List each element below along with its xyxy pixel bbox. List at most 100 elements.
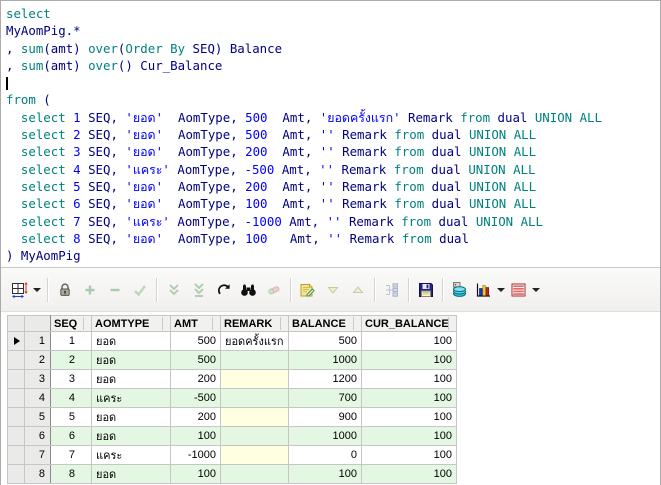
grid-cell-aomtype[interactable]: ยอด [91, 350, 171, 370]
grid-cell-amt[interactable]: 100 [170, 464, 221, 484]
grid-cell-cur_balance[interactable]: 100 [361, 445, 457, 465]
grid-cell-remark[interactable] [220, 369, 289, 389]
grid-cell-aomtype[interactable]: ยอด [91, 426, 171, 446]
code-line: select 6 SEQ, 'ยอด' AomType, 100 Amt, ''… [20, 196, 537, 212]
row-indicator-cell[interactable] [7, 369, 25, 389]
row-number-cell[interactable]: 3 [24, 369, 51, 389]
post-edit-button [127, 276, 152, 304]
grid-cell-cur_balance[interactable]: 100 [361, 407, 457, 427]
grid-cell-balance[interactable]: 1000 [288, 426, 362, 446]
grid-cell-balance[interactable]: 500 [288, 331, 362, 351]
code-line [6, 74, 658, 91]
row-indicator-cell[interactable] [7, 388, 25, 408]
row-number-header [24, 315, 51, 332]
grid-options-button[interactable] [8, 276, 43, 304]
grid-cell-aomtype[interactable]: แคระ [91, 445, 171, 465]
row-number-cell[interactable]: 4 [24, 388, 51, 408]
row-number-cell[interactable]: 2 [24, 350, 51, 370]
column-header-cur_balance[interactable]: CUR_BALANCE [361, 315, 457, 332]
grid-cell-remark[interactable] [220, 350, 289, 370]
dropdown-arrow-icon[interactable] [532, 287, 540, 292]
column-header-seq[interactable]: SEQ [50, 315, 92, 332]
export-data-button[interactable] [295, 276, 320, 304]
grid-cell-amt[interactable]: 200 [170, 407, 221, 427]
column-header-balance[interactable]: BALANCE [288, 315, 362, 332]
results-grid-area: SEQ AOMTYPE AMT REMARK BALANCE CUR_BALANCE 11… [1, 312, 660, 484]
row-indicator-cell[interactable] [7, 464, 25, 484]
grid-cell-seq[interactable]: 4 [50, 388, 92, 408]
table-row: 2 2 ยอด 500 1000 100 [7, 350, 457, 370]
row-indicator-cell[interactable] [7, 445, 25, 465]
code-line: select 8 SEQ, 'ยอด' AomType, 100 Amt, ''… [20, 230, 469, 246]
grid-cell-seq[interactable]: 3 [50, 369, 92, 389]
grid-cell-balance[interactable]: 900 [288, 407, 362, 427]
grid-cell-remark[interactable] [220, 426, 289, 446]
pivot-grid-button[interactable] [507, 276, 542, 304]
grid-head: SEQ AOMTYPE AMT REMARK BALANCE CUR_BALANCE [7, 315, 457, 332]
row-indicator-cell[interactable] [7, 426, 25, 446]
grid-cell-amt[interactable]: 200 [170, 369, 221, 389]
grid-cell-cur_balance[interactable]: 100 [361, 388, 457, 408]
eraser-icon [264, 280, 283, 299]
row-number-cell[interactable]: 8 [24, 464, 51, 484]
database-icon [450, 280, 469, 299]
grid-cell-aomtype[interactable]: ยอด [91, 369, 171, 389]
refresh-icon [214, 280, 233, 299]
sql-editor[interactable]: select MyAomPig.*, sum(amt) over(Order By… [1, 1, 660, 268]
grid-cell-cur_balance[interactable]: 100 [361, 464, 457, 484]
grid-cell-cur_balance[interactable]: 100 [361, 426, 457, 446]
table-row: 6 6 ยอด 100 1000 100 [7, 426, 457, 446]
grid-cell-seq[interactable]: 1 [50, 331, 92, 351]
grid-cell-balance[interactable]: 1000 [288, 350, 362, 370]
row-indicator-cell[interactable] [7, 407, 25, 427]
column-header-aomtype[interactable]: AOMTYPE [91, 315, 171, 332]
grid-cell-amt[interactable]: -500 [170, 388, 221, 408]
grid-cell-aomtype[interactable]: ยอด [91, 407, 171, 427]
save-button[interactable] [413, 276, 438, 304]
grid-cell-aomtype[interactable]: แคระ [91, 388, 171, 408]
row-indicator-cell[interactable] [7, 350, 25, 370]
grid-cell-amt[interactable]: -1000 [170, 445, 221, 465]
grid-cell-remark[interactable] [220, 388, 289, 408]
dataset-button[interactable] [447, 276, 472, 304]
lock-button[interactable] [52, 276, 77, 304]
table-row: 4 4 แคระ -500 700 100 [7, 388, 457, 408]
grid-cell-aomtype[interactable]: ยอด [91, 331, 171, 351]
row-number-cell[interactable]: 5 [24, 407, 51, 427]
grid-cell-balance[interactable]: 700 [288, 388, 362, 408]
grid-cell-remark[interactable] [220, 407, 289, 427]
row-number-cell[interactable]: 7 [24, 445, 51, 465]
grid-cell-amt[interactable]: 100 [170, 426, 221, 446]
grid-cell-seq[interactable]: 7 [50, 445, 92, 465]
grid-cell-balance[interactable]: 100 [288, 464, 362, 484]
grid-cell-amt[interactable]: 500 [170, 331, 221, 351]
row-number-cell[interactable]: 1 [24, 331, 51, 351]
dropdown-arrow-icon[interactable] [497, 287, 505, 292]
grid-cell-seq[interactable]: 8 [50, 464, 92, 484]
grid-cell-seq[interactable]: 6 [50, 426, 92, 446]
grid-cell-balance[interactable]: 1200 [288, 369, 362, 389]
grid-cell-seq[interactable]: 2 [50, 350, 92, 370]
row-number-cell[interactable]: 6 [24, 426, 51, 446]
row-indicator-cell[interactable] [7, 331, 25, 351]
grid-cell-balance[interactable]: 0 [288, 445, 362, 465]
move-down-button [320, 276, 345, 304]
grid-cell-cur_balance[interactable]: 100 [361, 350, 457, 370]
grid-cell-cur_balance[interactable]: 100 [361, 331, 457, 351]
minus-icon [105, 280, 124, 299]
find-button[interactable] [236, 276, 261, 304]
dropdown-arrow-icon[interactable] [33, 287, 41, 292]
grid-cell-aomtype[interactable]: ยอด [91, 464, 171, 484]
table-row: 1 1 ยอด 500 ยอดครั้งแรก 500 100 [7, 331, 457, 351]
grid-cell-remark[interactable] [220, 464, 289, 484]
grid-cell-cur_balance[interactable]: 100 [361, 369, 457, 389]
refresh-button[interactable] [211, 276, 236, 304]
grid-cell-seq[interactable]: 5 [50, 407, 92, 427]
tree-icon [382, 280, 401, 299]
column-header-amt[interactable]: AMT [170, 315, 221, 332]
grid-cell-remark[interactable]: ยอดครั้งแรก [220, 331, 289, 351]
grid-cell-amt[interactable]: 500 [170, 350, 221, 370]
column-header-remark[interactable]: REMARK [220, 315, 289, 332]
chart-button[interactable] [472, 276, 507, 304]
grid-cell-remark[interactable] [220, 445, 289, 465]
